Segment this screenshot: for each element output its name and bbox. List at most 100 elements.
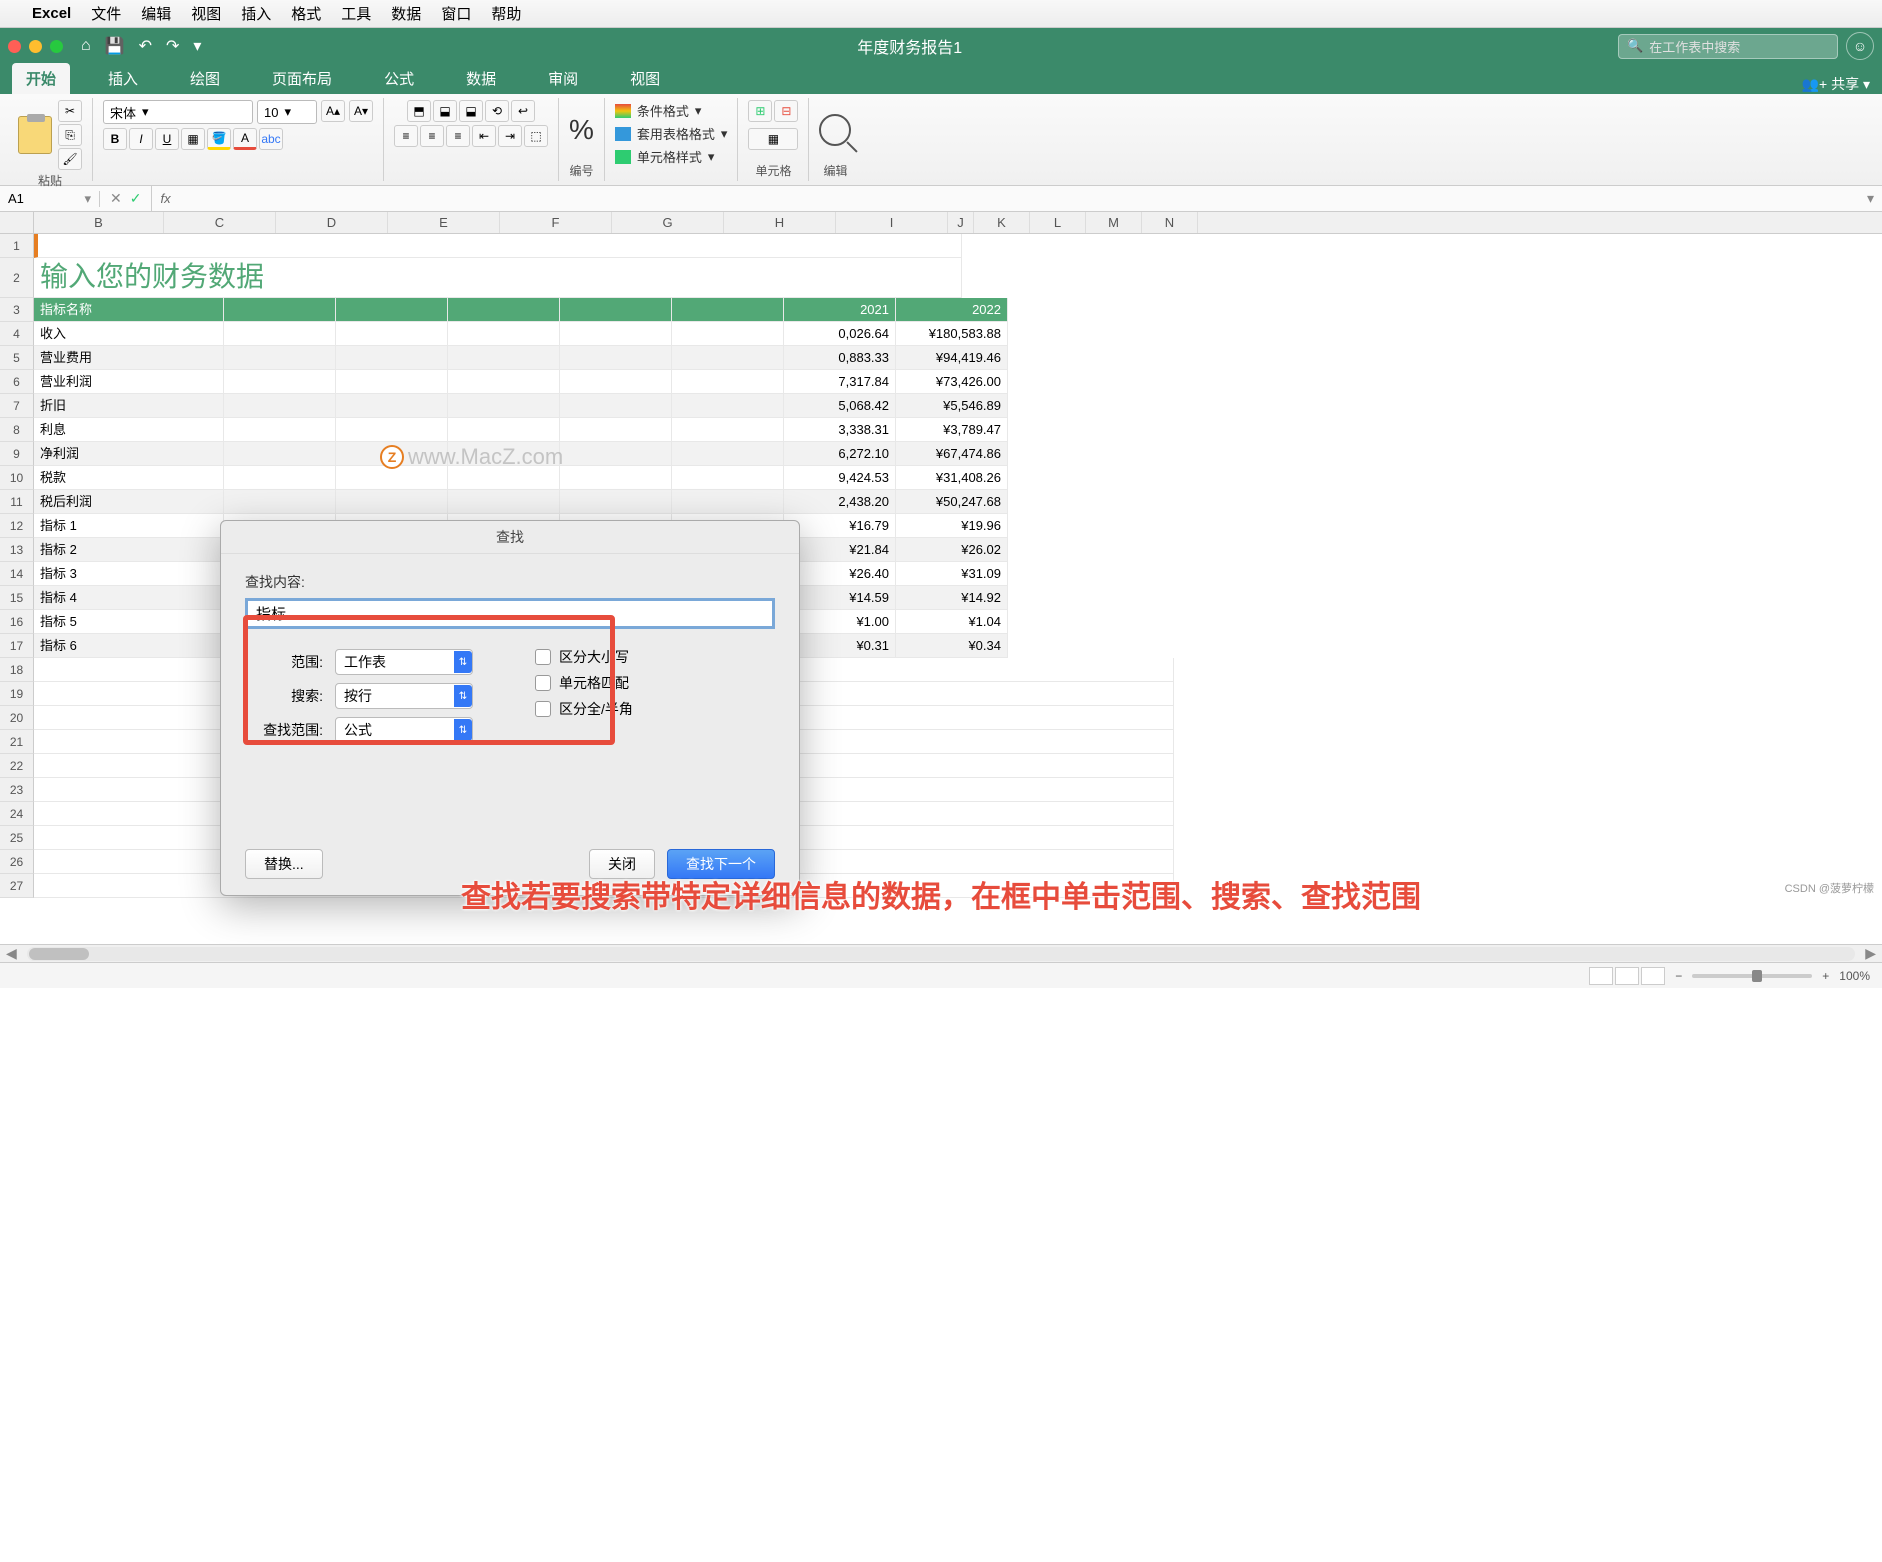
table-format-button[interactable]: 套用表格格式 ▾: [615, 123, 728, 144]
scrollbar-thumb[interactable]: [29, 948, 89, 960]
copy-icon[interactable]: ⎘: [58, 124, 82, 146]
horizontal-scrollbar[interactable]: ◀ ▶: [0, 944, 1882, 962]
cell[interactable]: 税款: [34, 466, 224, 490]
tab-home[interactable]: 开始: [12, 63, 70, 94]
cell[interactable]: 指标 5: [34, 610, 224, 634]
cell[interactable]: [560, 322, 672, 346]
cell[interactable]: ¥31.09: [896, 562, 1008, 586]
row-header[interactable]: 14: [0, 562, 34, 586]
row-header[interactable]: 8: [0, 418, 34, 442]
match-width-checkbox[interactable]: 区分全/半角: [535, 699, 633, 719]
cell[interactable]: [448, 394, 560, 418]
column-header[interactable]: E: [388, 212, 500, 233]
cell[interactable]: 2022: [896, 298, 1008, 322]
cell[interactable]: 9,424.53: [784, 466, 896, 490]
cell[interactable]: [560, 346, 672, 370]
tab-formulas[interactable]: 公式: [370, 63, 428, 94]
align-center-icon[interactable]: ≡: [420, 125, 444, 147]
minimize-window-icon[interactable]: [29, 40, 42, 53]
menu-window[interactable]: 窗口: [441, 3, 471, 24]
cell[interactable]: [336, 322, 448, 346]
align-left-icon[interactable]: ≡: [394, 125, 418, 147]
zoom-in-icon[interactable]: +: [1822, 969, 1829, 983]
cell[interactable]: [672, 442, 784, 466]
cell[interactable]: ¥50,247.68: [896, 490, 1008, 514]
paste-button[interactable]: [18, 116, 52, 154]
cut-icon[interactable]: ✂: [58, 100, 82, 122]
conditional-format-button[interactable]: 条件格式 ▾: [615, 100, 702, 121]
cell[interactable]: ¥180,583.88: [896, 322, 1008, 346]
align-middle-icon[interactable]: ⬓: [433, 100, 457, 122]
row-header[interactable]: 16: [0, 610, 34, 634]
cell[interactable]: 税后利润: [34, 490, 224, 514]
normal-view-icon[interactable]: [1589, 967, 1613, 985]
cell[interactable]: 指标 4: [34, 586, 224, 610]
page-break-view-icon[interactable]: [1641, 967, 1665, 985]
redo-icon[interactable]: ↷: [166, 36, 179, 56]
cell[interactable]: [336, 370, 448, 394]
format-painter-icon[interactable]: 🖌: [58, 148, 82, 170]
row-header[interactable]: 17: [0, 634, 34, 658]
cell[interactable]: ¥26.02: [896, 538, 1008, 562]
cell[interactable]: 7,317.84: [784, 370, 896, 394]
cell[interactable]: ¥94,419.46: [896, 346, 1008, 370]
cell[interactable]: ¥31,408.26: [896, 466, 1008, 490]
cell[interactable]: [336, 418, 448, 442]
cell[interactable]: 净利润: [34, 442, 224, 466]
quick-access-more-icon[interactable]: ▾: [193, 36, 201, 56]
row-header[interactable]: 19: [0, 682, 34, 706]
cell[interactable]: ¥0.31: [784, 634, 896, 658]
cell[interactable]: ¥26.40: [784, 562, 896, 586]
match-cell-checkbox[interactable]: 单元格匹配: [535, 673, 633, 693]
format-cells-icon[interactable]: ▦: [748, 128, 798, 150]
maximize-window-icon[interactable]: [50, 40, 63, 53]
tab-layout[interactable]: 页面布局: [258, 63, 346, 94]
page-layout-view-icon[interactable]: [1615, 967, 1639, 985]
menu-tools[interactable]: 工具: [341, 3, 371, 24]
menu-file[interactable]: 文件: [91, 3, 121, 24]
column-header[interactable]: I: [836, 212, 948, 233]
lookin-select[interactable]: 公式⇅: [335, 717, 473, 743]
font-color-button[interactable]: A: [233, 128, 257, 150]
cell[interactable]: ¥67,474.86: [896, 442, 1008, 466]
cell[interactable]: [560, 418, 672, 442]
menu-help[interactable]: 帮助: [491, 3, 521, 24]
scroll-right-icon[interactable]: ▶: [1859, 945, 1882, 962]
cell[interactable]: ¥14.92: [896, 586, 1008, 610]
scroll-left-icon[interactable]: ◀: [0, 945, 23, 962]
cell[interactable]: 指标 1: [34, 514, 224, 538]
font-size-select[interactable]: 10▾: [257, 100, 317, 124]
cell[interactable]: [560, 466, 672, 490]
feedback-icon[interactable]: ☺: [1846, 32, 1874, 60]
column-header[interactable]: C: [164, 212, 276, 233]
row-header[interactable]: 4: [0, 322, 34, 346]
cell[interactable]: [336, 298, 448, 322]
border-button[interactable]: ▦: [181, 128, 205, 150]
zoom-level[interactable]: 100%: [1839, 969, 1870, 983]
row-header[interactable]: 21: [0, 730, 34, 754]
italic-button[interactable]: I: [129, 128, 153, 150]
align-right-icon[interactable]: ≡: [446, 125, 470, 147]
merge-cells-icon[interactable]: ⬚: [524, 125, 548, 147]
cell[interactable]: [336, 490, 448, 514]
tab-review[interactable]: 审阅: [534, 63, 592, 94]
column-header[interactable]: H: [724, 212, 836, 233]
cell[interactable]: 折旧: [34, 394, 224, 418]
find-input[interactable]: [245, 598, 775, 629]
row-header[interactable]: 24: [0, 802, 34, 826]
search-input[interactable]: 🔍 在工作表中搜索: [1618, 34, 1838, 59]
cell[interactable]: [336, 394, 448, 418]
cell[interactable]: [672, 418, 784, 442]
row-header[interactable]: 13: [0, 538, 34, 562]
cell[interactable]: 指标 3: [34, 562, 224, 586]
home-icon[interactable]: ⌂: [81, 37, 91, 55]
delete-cells-icon[interactable]: ⊟: [774, 100, 798, 122]
name-box[interactable]: A1▾: [0, 191, 100, 207]
row-header[interactable]: 3: [0, 298, 34, 322]
tab-insert[interactable]: 插入: [94, 63, 152, 94]
row-header[interactable]: 9: [0, 442, 34, 466]
cell[interactable]: 输入您的财务数据: [34, 258, 962, 298]
cell[interactable]: [224, 442, 336, 466]
cell[interactable]: ¥16.79: [784, 514, 896, 538]
row-header[interactable]: 11: [0, 490, 34, 514]
